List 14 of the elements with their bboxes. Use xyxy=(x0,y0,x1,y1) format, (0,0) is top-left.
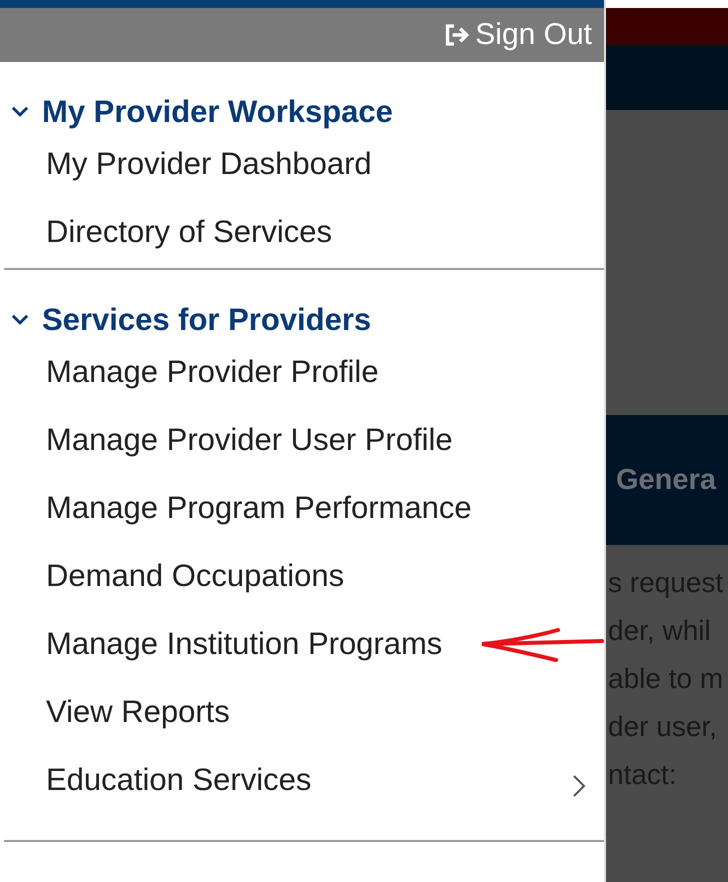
menu-item[interactable]: Manage Provider User Profile xyxy=(0,422,453,458)
menu-item[interactable]: Directory of Services xyxy=(0,214,332,250)
section-header[interactable]: Services for Providers xyxy=(0,302,604,338)
sign-out-button[interactable]: Sign Out xyxy=(441,18,596,52)
banner-heading: Genera xyxy=(616,464,716,496)
menu-item[interactable]: My Provider Dashboard xyxy=(0,146,372,182)
menu-item[interactable]: View Reports xyxy=(0,694,230,730)
menu-item[interactable]: Manage Provider Profile xyxy=(0,354,379,390)
menu-item[interactable]: Education Services xyxy=(0,762,312,798)
menu-item[interactable]: Manage Institution Programs xyxy=(0,626,442,662)
section-header[interactable]: My Provider Workspace xyxy=(0,94,604,130)
menu-item[interactable]: Demand Occupations xyxy=(0,558,344,594)
chevron-right-icon[interactable] xyxy=(572,774,586,798)
menu-item[interactable]: Manage Program Performance xyxy=(0,490,472,526)
